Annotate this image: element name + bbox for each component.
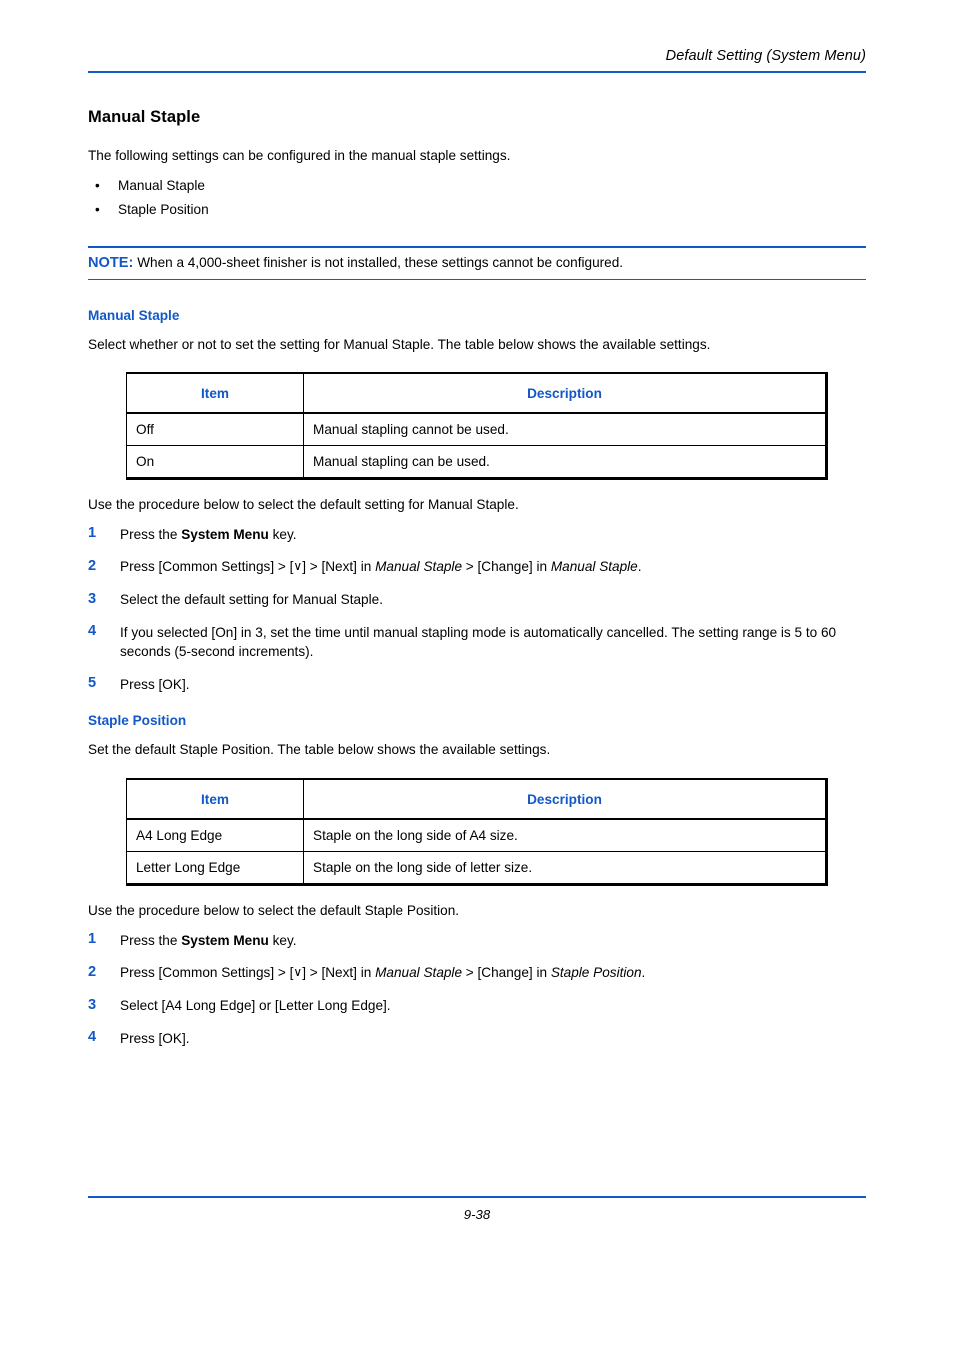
procedure-step: 4 If you selected [On] in 3, set the tim… [88,622,866,661]
table-header-row: Item Description [126,778,828,820]
manual-staple-procedure-intro: Use the procedure below to select the de… [88,497,519,512]
table-cell-item: Letter Long Edge [126,851,304,886]
table-header-item: Item [126,372,304,414]
table-cell-item: A4 Long Edge [126,818,304,852]
table-cell-item: On [126,445,304,480]
table-cell-item: Off [126,412,304,446]
table-row: Off Manual stapling cannot be used. [126,412,828,446]
table-cell-description: Manual stapling cannot be used. [303,412,828,446]
table-cell-description: Manual stapling can be used. [303,445,828,480]
table-row: Letter Long Edge Staple on the long side… [126,851,828,886]
step-text: Press the System Menu key. [120,526,297,542]
step-number: 4 [88,1029,97,1046]
step-number: 3 [88,996,97,1013]
step-text: If you selected [On] in 3, set the time … [120,624,837,660]
step-text: Press [Common Settings] > [∨] > [Next] i… [120,559,642,575]
list-item: • Manual Staple [88,174,588,198]
table-header-description: Description [303,372,828,414]
procedure-step: 1 Press the System Menu key. [88,524,866,544]
manual-staple-procedure-steps: 1 Press the System Menu key. 2 Press [Co… [88,524,866,707]
staple-position-table: Item Description A4 Long Edge Staple on … [126,778,828,886]
procedure-step: 5 Press [OK]. [88,674,866,694]
step-number: 2 [88,557,97,574]
bullet-dot-icon: • [95,178,100,193]
chevron-down-icon: ∨ [293,965,303,980]
running-header-text: Default Setting (System Menu) [665,48,866,64]
page-footer: 9-38 [88,1196,866,1222]
step-text: Press [OK]. [120,676,190,692]
table-cell-description: Staple on the long side of A4 size. [303,818,828,852]
staple-position-intro: Set the default Staple Position. The tab… [88,742,551,757]
section-intro-paragraph: The following settings can be configured… [88,148,511,163]
procedure-step: 2 Press [Common Settings] > [∨] > [Next]… [88,963,866,983]
table-header-description: Description [303,778,828,820]
procedure-step: 2 Press [Common Settings] > [∨] > [Next]… [88,557,866,577]
procedure-step: 3 Select [A4 Long Edge] or [Letter Long … [88,996,866,1016]
step-number: 1 [88,525,97,541]
step-text: Press [OK]. [120,1030,190,1046]
step-number: 1 [88,931,97,947]
manual-staple-table-wrapper: Item Description Off Manual stapling can… [126,372,830,480]
table-header-item: Item [126,778,304,820]
subsection-heading-staple-position: Staple Position [88,713,187,728]
note-bottom-rule [88,278,866,281]
table-row: On Manual stapling can be used. [126,445,828,480]
list-item: • Staple Position [88,198,588,222]
list-item-label: Staple Position [118,202,209,218]
manual-staple-table: Item Description Off Manual stapling can… [126,372,828,480]
page-content: Default Setting (System Menu) Manual Sta… [88,0,866,1350]
step-text: Press the System Menu key. [120,932,297,948]
step-number: 5 [88,675,97,692]
header-rule [88,71,866,73]
table-row: A4 Long Edge Staple on the long side of … [126,818,828,852]
document-page: Default Setting (System Menu) Manual Sta… [0,0,954,1350]
procedure-step: 1 Press the System Menu key. [88,930,866,950]
staple-position-procedure-intro: Use the procedure below to select the de… [88,903,460,918]
staple-position-procedure-steps: 1 Press the System Menu key. 2 Press [Co… [88,930,866,1061]
step-text: Select [A4 Long Edge] or [Letter Long Ed… [120,998,391,1014]
step-number: 3 [88,590,97,607]
note-label: NOTE: [88,254,134,271]
staple-position-table-wrapper: Item Description A4 Long Edge Staple on … [126,778,830,886]
manual-staple-intro: Select whether or not to set the setting… [88,337,711,352]
table-cell-description: Staple on the long side of letter size. [303,851,828,886]
note-body: NOTE: When a 4,000-sheet finisher is not… [88,248,866,279]
step-text: Press [Common Settings] > [∨] > [Next] i… [120,965,646,981]
list-item-label: Manual Staple [118,178,205,193]
running-header: Default Setting (System Menu) [88,48,866,73]
note-text: When a 4,000-sheet finisher is not insta… [137,254,624,270]
footer-page-number: 9-38 [463,1206,491,1222]
table-header-row: Item Description [126,372,828,414]
note-callout: NOTE: When a 4,000-sheet finisher is not… [88,246,866,281]
chevron-down-icon: ∨ [293,559,303,574]
page-title: Manual Staple [88,108,201,126]
section-bullet-list: • Manual Staple • Staple Position [88,174,588,223]
step-number: 4 [88,623,97,640]
subsection-heading-manual-staple: Manual Staple [88,308,180,323]
procedure-step: 3 Select the default setting for Manual … [88,590,866,610]
step-text: Select the default setting for Manual St… [120,592,383,608]
step-number: 2 [88,963,97,980]
bullet-dot-icon: • [95,202,100,218]
procedure-step: 4 Press [OK]. [88,1028,866,1048]
